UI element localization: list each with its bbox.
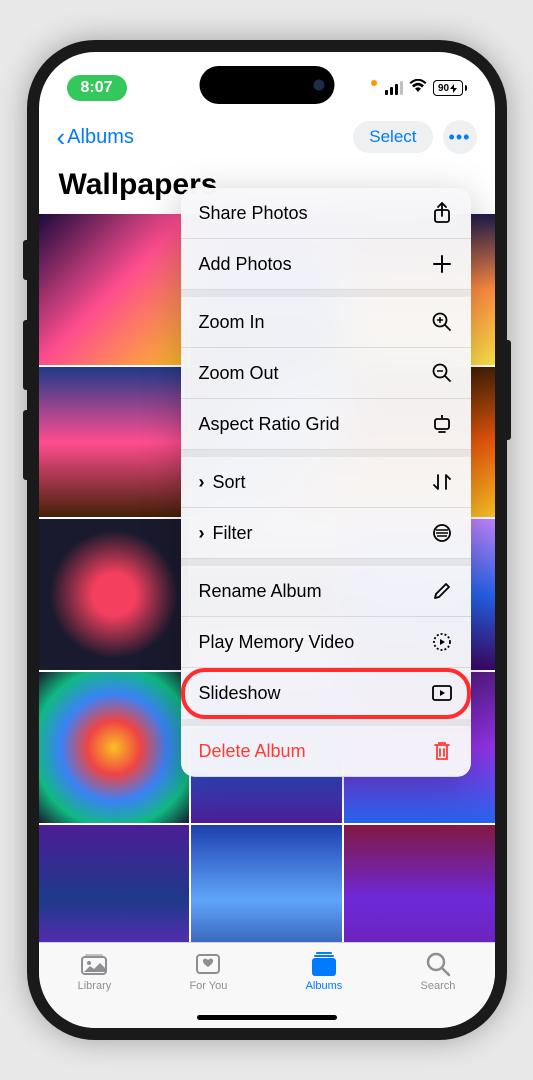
back-button[interactable]: ‹ Albums: [57, 122, 134, 153]
home-indicator[interactable]: [197, 1015, 337, 1020]
menu-aspect-ratio[interactable]: Aspect Ratio Grid: [181, 399, 471, 450]
menu-add-photos[interactable]: Add Photos: [181, 239, 471, 290]
context-menu: Share Photos Add Photos Zoom In Zoom Out: [181, 188, 471, 777]
photo-thumbnail[interactable]: [39, 214, 190, 365]
battery-icon: 90: [433, 80, 467, 96]
zoom-in-icon: [431, 311, 453, 333]
tab-search[interactable]: Search: [421, 951, 456, 1028]
photo-thumbnail[interactable]: [344, 825, 495, 942]
menu-play-memory[interactable]: Play Memory Video: [181, 617, 471, 668]
tab-label: Search: [421, 980, 456, 992]
screen: 8:07 90: [39, 52, 495, 1028]
menu-rename-album[interactable]: Rename Album: [181, 559, 471, 617]
status-indicators: 90: [371, 79, 467, 98]
chevron-right-icon: ›: [199, 523, 205, 544]
menu-slideshow[interactable]: Slideshow: [181, 668, 471, 719]
phone-frame: 8:07 90: [27, 40, 507, 1040]
share-icon: [431, 202, 453, 224]
mic-indicator-dot: [371, 80, 377, 86]
slideshow-icon: [431, 682, 453, 704]
menu-zoom-in[interactable]: Zoom In: [181, 290, 471, 348]
select-button[interactable]: Select: [353, 121, 432, 153]
navigation-bar: ‹ Albums Select •••: [39, 112, 495, 162]
sort-icon: [431, 471, 453, 493]
cellular-signal-icon: [385, 81, 403, 95]
pencil-icon: [431, 580, 453, 602]
chevron-right-icon: ›: [199, 472, 205, 493]
filter-icon: [431, 522, 453, 544]
photo-thumbnail[interactable]: [39, 672, 190, 823]
tab-label: Albums: [306, 980, 343, 992]
tab-label: Library: [78, 980, 112, 992]
trash-icon: [431, 740, 453, 762]
menu-sort[interactable]: ›Sort: [181, 450, 471, 508]
aspect-ratio-icon: [431, 413, 453, 435]
for-you-icon: [193, 951, 223, 977]
menu-zoom-out[interactable]: Zoom Out: [181, 348, 471, 399]
more-button[interactable]: •••: [443, 120, 477, 154]
battery-percent: 90: [438, 83, 449, 94]
back-label: Albums: [67, 126, 134, 149]
side-button: [507, 340, 511, 440]
photo-thumbnail[interactable]: [39, 825, 190, 942]
zoom-out-icon: [431, 362, 453, 384]
photo-thumbnail[interactable]: [39, 367, 190, 518]
wifi-icon: [409, 79, 427, 98]
tab-label: For You: [189, 980, 227, 992]
library-icon: [79, 951, 109, 977]
chevron-left-icon: ‹: [57, 122, 66, 153]
menu-filter[interactable]: ›Filter: [181, 508, 471, 559]
status-time: 8:07: [67, 75, 127, 101]
memory-play-icon: [431, 631, 453, 653]
ellipsis-icon: •••: [449, 127, 471, 148]
photo-thumbnail[interactable]: [191, 825, 342, 942]
dynamic-island: [199, 66, 334, 104]
plus-icon: [431, 253, 453, 275]
tab-library[interactable]: Library: [78, 951, 112, 1028]
menu-share-photos[interactable]: Share Photos: [181, 188, 471, 239]
search-icon: [423, 951, 453, 977]
menu-delete-album[interactable]: Delete Album: [181, 719, 471, 777]
photo-thumbnail[interactable]: [39, 519, 190, 670]
albums-icon: [309, 951, 339, 977]
